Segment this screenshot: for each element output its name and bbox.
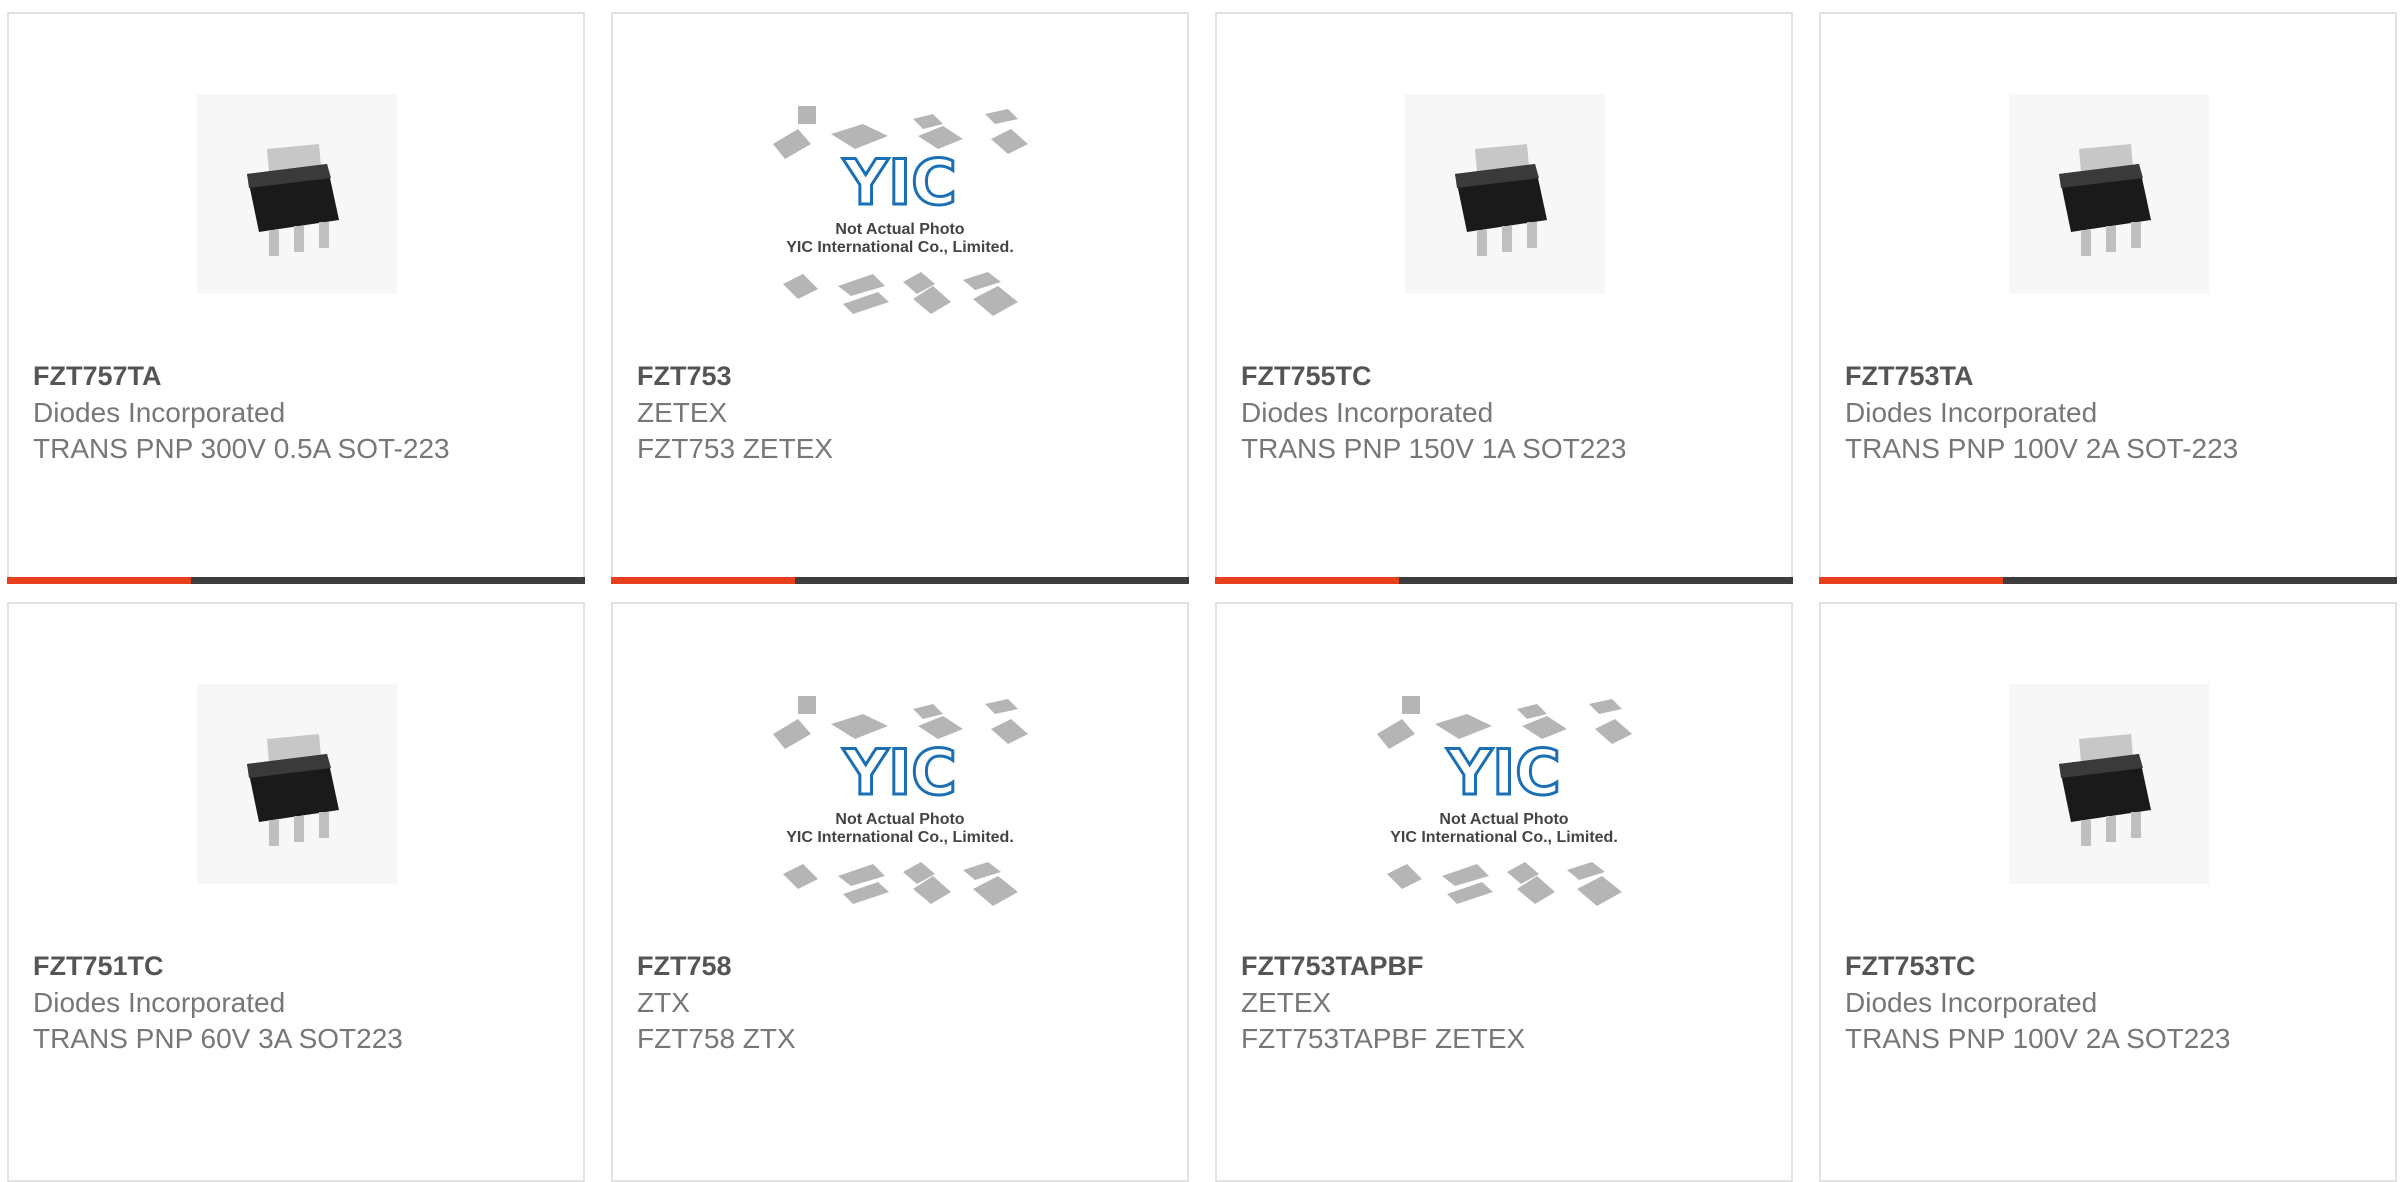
part-number[interactable]: FZT751TC xyxy=(33,951,164,982)
manufacturer: Diodes Incorporated xyxy=(33,987,286,1018)
product-card[interactable]: YIC Not Actual Photo YIC International C… xyxy=(1215,602,1793,1182)
description: TRANS PNP 60V 3A SOT223 xyxy=(33,1023,403,1054)
card-bar xyxy=(1819,577,2397,584)
description: TRANS PNP 100V 2A SOT223 xyxy=(1845,1023,2231,1054)
description: FZT758 ZTX xyxy=(637,1023,796,1054)
manufacturer: ZETEX xyxy=(1241,987,1332,1018)
product-card[interactable]: YIC Not Actual Photo YIC International C… xyxy=(611,602,1189,1182)
sot223-chip-icon xyxy=(2009,684,2209,884)
description: TRANS PNP 300V 0.5A SOT-223 xyxy=(33,433,450,464)
svg-text:Not Actual Photo: Not Actual Photo xyxy=(835,221,964,238)
part-number[interactable]: FZT753TC xyxy=(1845,951,1976,982)
manufacturer: ZTX xyxy=(637,987,690,1018)
svg-text:YIC International Co., Limited: YIC International Co., Limited. xyxy=(786,239,1014,256)
yic-placeholder-icon: YIC Not Actual Photo YIC International C… xyxy=(773,106,1028,316)
svg-text:YIC: YIC xyxy=(842,146,956,219)
product-card[interactable]: FZT755TC Diodes Incorporated TRANS PNP 1… xyxy=(1215,12,1793,584)
product-image[interactable]: YIC Not Actual Photo YIC International C… xyxy=(1217,664,1791,914)
sot223-chip-icon xyxy=(197,94,397,294)
manufacturer: Diodes Incorporated xyxy=(33,397,286,428)
product-image[interactable] xyxy=(9,74,583,324)
svg-text:Not Actual Photo: Not Actual Photo xyxy=(1439,811,1568,828)
product-image[interactable] xyxy=(9,664,583,914)
manufacturer: Diodes Incorporated xyxy=(1845,987,2098,1018)
sot223-chip-icon xyxy=(1405,94,1605,294)
manufacturer: Diodes Incorporated xyxy=(1241,397,1494,428)
product-card[interactable]: FZT753TC Diodes Incorporated TRANS PNP 1… xyxy=(1819,602,2397,1182)
product-card[interactable]: YIC Not Actual Photo YIC International C… xyxy=(611,12,1189,584)
part-number[interactable]: FZT753TAPBF xyxy=(1241,951,1424,982)
card-bar xyxy=(1215,577,1793,584)
sot223-chip-icon xyxy=(2009,94,2209,294)
product-card[interactable]: FZT757TA Diodes Incorporated TRANS PNP 3… xyxy=(7,12,585,584)
product-image[interactable]: YIC Not Actual Photo YIC International C… xyxy=(613,664,1187,914)
description: TRANS PNP 100V 2A SOT-223 xyxy=(1845,433,2239,464)
yic-placeholder-icon: YIC Not Actual Photo YIC International C… xyxy=(1377,696,1632,906)
svg-text:YIC International Co., Limited: YIC International Co., Limited. xyxy=(786,829,1014,846)
manufacturer: ZETEX xyxy=(637,397,728,428)
product-image[interactable]: YIC Not Actual Photo YIC International C… xyxy=(613,74,1187,324)
description: TRANS PNP 150V 1A SOT223 xyxy=(1241,433,1627,464)
product-image[interactable] xyxy=(1217,74,1791,324)
sot223-chip-icon xyxy=(197,684,397,884)
part-number[interactable]: FZT753TA xyxy=(1845,361,1974,392)
part-number[interactable]: FZT753 xyxy=(637,361,732,392)
part-number[interactable]: FZT758 xyxy=(637,951,732,982)
product-card[interactable]: FZT751TC Diodes Incorporated TRANS PNP 6… xyxy=(7,602,585,1182)
svg-text:YIC: YIC xyxy=(842,736,956,809)
svg-text:YIC: YIC xyxy=(1446,736,1560,809)
part-number[interactable]: FZT755TC xyxy=(1241,361,1372,392)
svg-text:YIC International Co., Limited: YIC International Co., Limited. xyxy=(1390,829,1618,846)
description: FZT753TAPBF ZETEX xyxy=(1241,1023,1526,1054)
product-image[interactable] xyxy=(1821,664,2395,914)
product-card[interactable]: FZT753TA Diodes Incorporated TRANS PNP 1… xyxy=(1819,12,2397,584)
manufacturer: Diodes Incorporated xyxy=(1845,397,2098,428)
card-bar xyxy=(7,577,585,584)
card-bar xyxy=(611,577,1189,584)
yic-placeholder-icon: YIC Not Actual Photo YIC International C… xyxy=(773,696,1028,906)
description: FZT753 ZETEX xyxy=(637,433,834,464)
product-image[interactable] xyxy=(1821,74,2395,324)
svg-text:Not Actual Photo: Not Actual Photo xyxy=(835,811,964,828)
part-number[interactable]: FZT757TA xyxy=(33,361,162,392)
